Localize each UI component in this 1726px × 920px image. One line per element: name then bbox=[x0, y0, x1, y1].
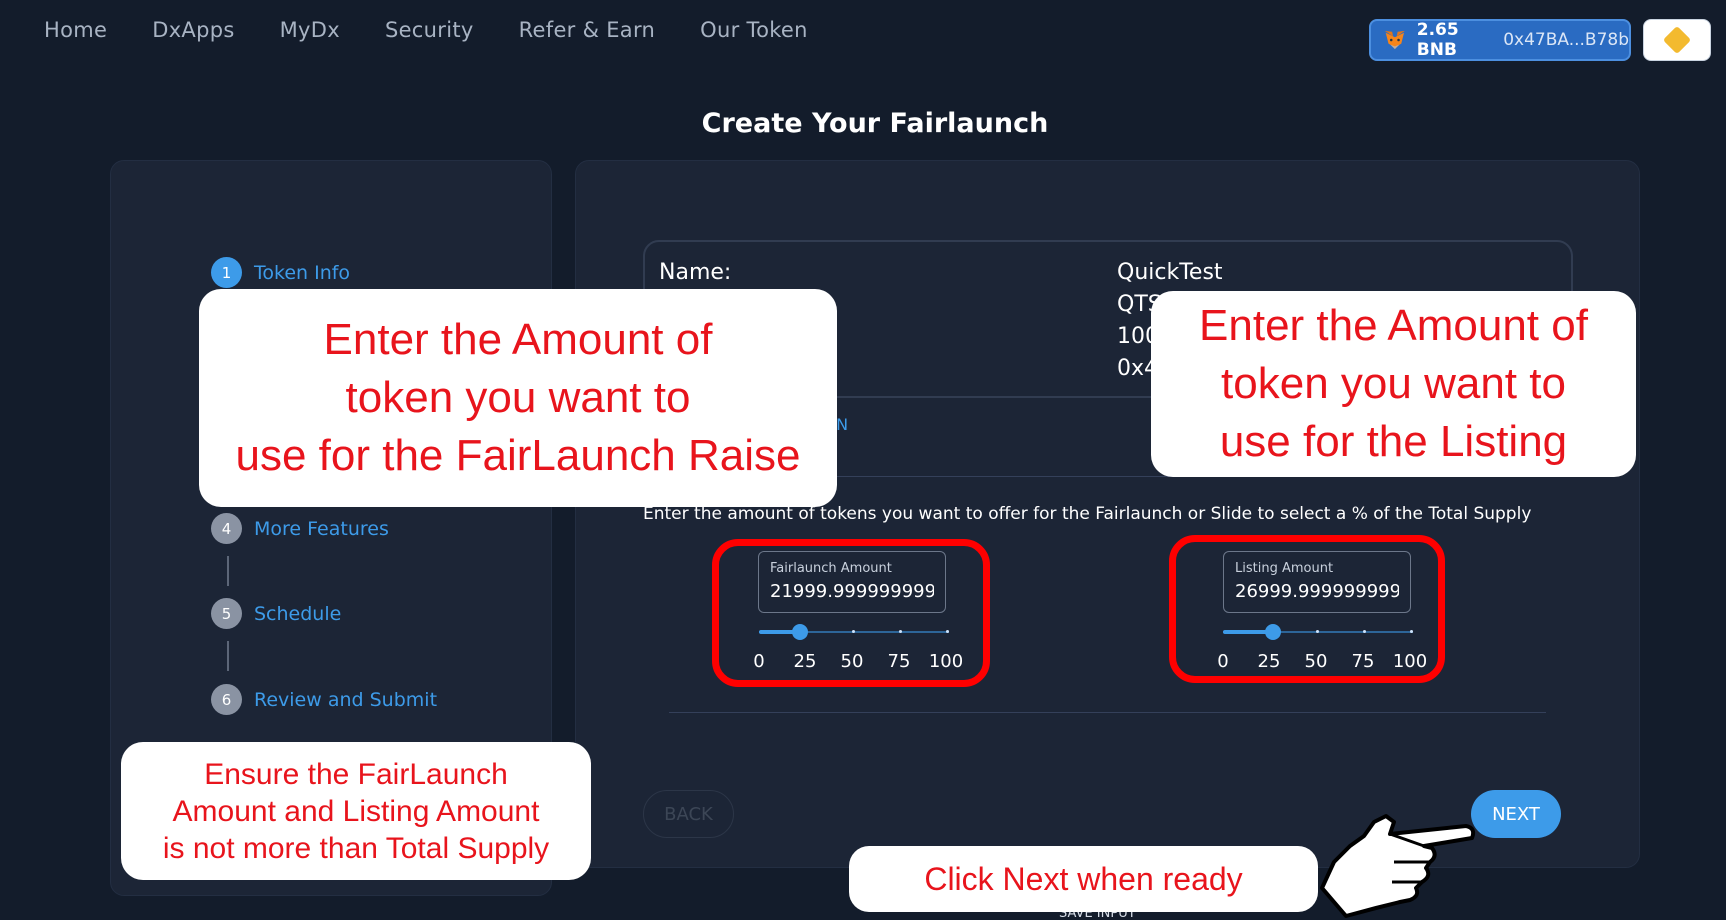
step-token-info[interactable]: 1 Token Info bbox=[211, 257, 350, 288]
callout-line: use for the FairLaunch Raise bbox=[235, 431, 801, 480]
nav-mydx[interactable]: MyDx bbox=[280, 18, 340, 42]
callout-line: Amount and Listing Amount bbox=[172, 794, 540, 828]
nav-security[interactable]: Security bbox=[385, 18, 474, 42]
listing-highlight-ring bbox=[1169, 535, 1445, 683]
callout-line: token you want to bbox=[1221, 359, 1566, 408]
wallet-address: 0x47BA...B78b bbox=[1503, 30, 1629, 50]
callout-listing-amount: Enter the Amount of token you want to us… bbox=[1151, 291, 1636, 477]
nav-our-token[interactable]: Our Token bbox=[700, 18, 808, 42]
page-title: Create Your Fairlaunch bbox=[701, 108, 1049, 139]
step-connector bbox=[227, 641, 229, 671]
step-schedule[interactable]: 5 Schedule bbox=[211, 598, 341, 629]
callout-ensure-supply: Ensure the FairLaunch Amount and Listing… bbox=[121, 742, 591, 880]
fairlaunch-highlight-ring bbox=[712, 539, 990, 687]
step-number: 4 bbox=[211, 513, 242, 544]
callout-line: is not more than Total Supply bbox=[162, 831, 550, 865]
pointing-hand-icon bbox=[1320, 814, 1476, 918]
callout-line: use for the Listing bbox=[1219, 417, 1568, 466]
back-button[interactable]: BACK bbox=[643, 790, 734, 838]
callout-line: Click Next when ready bbox=[924, 860, 1243, 897]
callout-line: Ensure the FairLaunch bbox=[204, 757, 508, 791]
step-number: 1 bbox=[211, 257, 242, 288]
step-review-submit[interactable]: 6 Review and Submit bbox=[211, 684, 437, 715]
callout-click-next: Click Next when ready bbox=[849, 846, 1318, 912]
step-more-features[interactable]: 4 More Features bbox=[211, 513, 389, 544]
metamask-fox-icon bbox=[1384, 30, 1405, 50]
step-label: Review and Submit bbox=[254, 688, 438, 711]
bnb-chain-icon bbox=[1662, 25, 1692, 55]
chain-select-button[interactable] bbox=[1643, 19, 1711, 61]
step-label: Token Info bbox=[254, 261, 351, 284]
nav-refer-earn[interactable]: Refer & Earn bbox=[519, 18, 656, 42]
nav-home[interactable]: Home bbox=[44, 18, 107, 42]
section-divider bbox=[669, 712, 1546, 713]
token-name-label: Name: bbox=[659, 260, 732, 285]
next-button[interactable]: NEXT bbox=[1471, 790, 1561, 838]
callout-line: token you want to bbox=[345, 373, 691, 422]
step-number: 5 bbox=[211, 598, 242, 629]
step-label: Schedule bbox=[254, 602, 342, 625]
step-number: 6 bbox=[211, 684, 242, 715]
wallet-button[interactable]: 2.65 BNB 0x47BA...B78b bbox=[1369, 19, 1631, 61]
callout-line: Enter the Amount of bbox=[1199, 301, 1588, 350]
wallet-balance: 2.65 BNB bbox=[1416, 20, 1459, 60]
step-connector bbox=[227, 556, 229, 586]
callout-line: Enter the Amount of bbox=[323, 315, 713, 364]
amount-instruction: Enter the amount of tokens you want to o… bbox=[643, 504, 1532, 524]
callout-fairlaunch-amount: Enter the Amount of token you want to us… bbox=[199, 289, 837, 507]
top-nav: Home DxApps MyDx Security Refer & Earn O… bbox=[44, 18, 853, 42]
token-name-value: QuickTest bbox=[1117, 260, 1223, 285]
step-label: More Features bbox=[254, 517, 389, 540]
nav-dxapps[interactable]: DxApps bbox=[152, 18, 234, 42]
